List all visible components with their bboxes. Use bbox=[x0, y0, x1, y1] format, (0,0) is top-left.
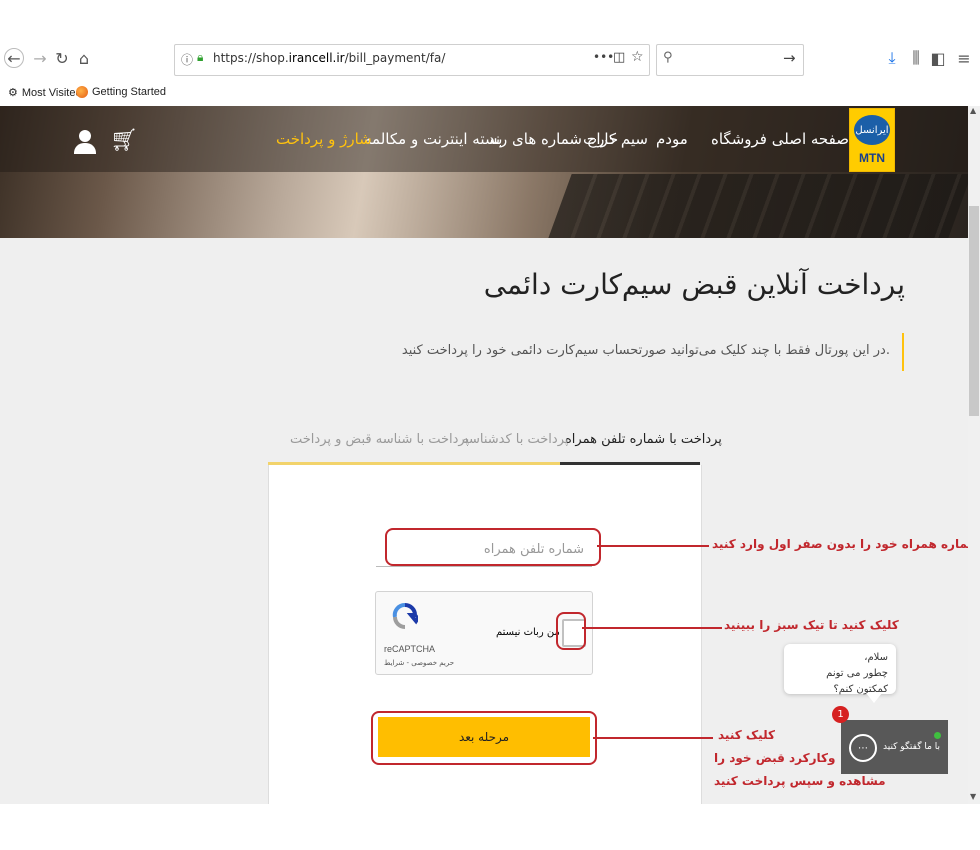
bookmark-label: Most Visited bbox=[21, 86, 82, 99]
bookmark-most-visited[interactable]: ⚙ Most Visited bbox=[8, 86, 82, 100]
logo-wordmark: ایرانسل bbox=[854, 115, 890, 145]
scroll-up-icon[interactable]: ▲ bbox=[970, 106, 976, 115]
nav-internet-packages[interactable]: بسته اینترنت و مکالمه bbox=[364, 130, 502, 148]
phone-annotation-line bbox=[597, 545, 709, 547]
gear-icon: ⚙ bbox=[8, 87, 18, 99]
logo-mtn: MTN bbox=[859, 151, 885, 165]
scroll-down-icon[interactable]: ▼ bbox=[970, 792, 976, 801]
next-annotation-line1: کلیک کنید bbox=[718, 728, 775, 742]
nav-modem[interactable]: مودم bbox=[656, 130, 688, 148]
nav-home[interactable]: صفحه اصلی فروشگاه bbox=[711, 130, 849, 148]
pocket-icon[interactable]: ◫ bbox=[613, 50, 625, 65]
url-text[interactable]: https://shop.irancell.ir/bill_payment/fa… bbox=[213, 51, 445, 65]
lock-icon: 🔒︎ bbox=[197, 50, 204, 64]
home-icon[interactable]: ⌂ bbox=[74, 48, 94, 68]
firefox-icon bbox=[76, 86, 88, 98]
captcha-highlight bbox=[556, 612, 586, 650]
chat-greeting-bubble[interactable]: سلام، چطور می تونم کمکتون کنم؟ bbox=[784, 644, 896, 695]
recaptcha-label: من ربات نیستم bbox=[496, 627, 560, 638]
page-title: پرداخت آنلاین قبض سیم‌کارت دائمی bbox=[483, 268, 905, 301]
go-arrow-icon[interactable]: → bbox=[783, 49, 796, 67]
info-icon[interactable]: ⓘ bbox=[181, 51, 193, 68]
tab-id-code[interactable]: پرداخت با کدشناسه bbox=[462, 432, 569, 447]
scrollbar-thumb[interactable] bbox=[969, 206, 979, 416]
next-annotation-line2: وکارکرد قبض خود را bbox=[714, 751, 836, 765]
description-accent bbox=[902, 333, 904, 371]
cart-icon[interactable]: 🛒︎ bbox=[110, 128, 138, 153]
chat-unread-badge: 1 bbox=[832, 706, 849, 723]
irancell-logo[interactable]: ایرانسل MTN bbox=[849, 108, 895, 172]
reload-icon[interactable]: ↻ bbox=[52, 48, 72, 68]
nav-charge-payment[interactable]: شارژ و پرداخت bbox=[276, 130, 372, 148]
search-icon: ⚲ bbox=[663, 50, 673, 65]
sidebar-icon[interactable]: ◧ bbox=[928, 48, 948, 68]
hero-banner bbox=[0, 106, 968, 238]
chat-greeting: سلام، bbox=[864, 652, 888, 663]
keyboard-image bbox=[548, 174, 968, 238]
user-icon[interactable] bbox=[74, 130, 96, 156]
chat-label: با ما گفتگو کنید bbox=[883, 742, 941, 752]
chat-bubble-icon: ⋯ bbox=[849, 734, 877, 762]
page-description: در این پورتال فقط با چند کلیک می‌توانید … bbox=[401, 343, 890, 358]
bookmark-star-icon[interactable]: ☆ bbox=[631, 49, 644, 65]
library-icon[interactable]: ⫼ bbox=[906, 48, 926, 68]
bubble-tail bbox=[866, 693, 882, 703]
download-icon[interactable]: ⤓ bbox=[882, 48, 902, 68]
url-bar[interactable]: ⓘ 🔒︎ https://shop.irancell.ir/bill_payme… bbox=[174, 44, 650, 76]
bookmark-label: Getting Started bbox=[92, 86, 166, 98]
recaptcha-brand: reCAPTCHA bbox=[384, 644, 436, 654]
recaptcha-terms[interactable]: حریم خصوصی - شرایط bbox=[384, 659, 454, 667]
tab-phone-number[interactable]: پرداخت با شماره تلفن همراه bbox=[565, 432, 722, 447]
browser-toolbar: ← → ↻ ⌂ ⓘ 🔒︎ https://shop.irancell.ir/bi… bbox=[0, 0, 980, 106]
recaptcha-logo-icon bbox=[392, 603, 418, 629]
phone-highlight bbox=[385, 528, 601, 566]
search-bar[interactable]: ⚲ → bbox=[656, 44, 804, 76]
back-icon[interactable]: ← bbox=[4, 48, 24, 68]
phone-annotation: شماره همراه خود را بدون صفر اول وارد کنی… bbox=[712, 537, 980, 551]
tab-bill-id[interactable]: پرداخت با شناسه قبض و پرداخت bbox=[290, 432, 469, 447]
page-actions-icon[interactable]: ••• bbox=[593, 50, 614, 64]
captcha-annotation: کلیک کنید تا تیک سبز را ببینید bbox=[724, 618, 899, 632]
bookmark-getting-started[interactable]: Getting Started bbox=[76, 86, 166, 98]
next-highlight bbox=[371, 711, 597, 765]
nav-rond-numbers[interactable]: حراج شماره های رند bbox=[488, 130, 618, 148]
menu-icon[interactable]: ≡ bbox=[954, 48, 974, 68]
online-status-dot bbox=[934, 732, 941, 739]
captcha-annotation-line bbox=[582, 627, 722, 629]
forward-icon[interactable]: → bbox=[30, 48, 50, 68]
next-annotation-line bbox=[593, 737, 713, 739]
next-annotation-line3: مشاهده و سپس پرداخت کنید bbox=[714, 774, 886, 788]
